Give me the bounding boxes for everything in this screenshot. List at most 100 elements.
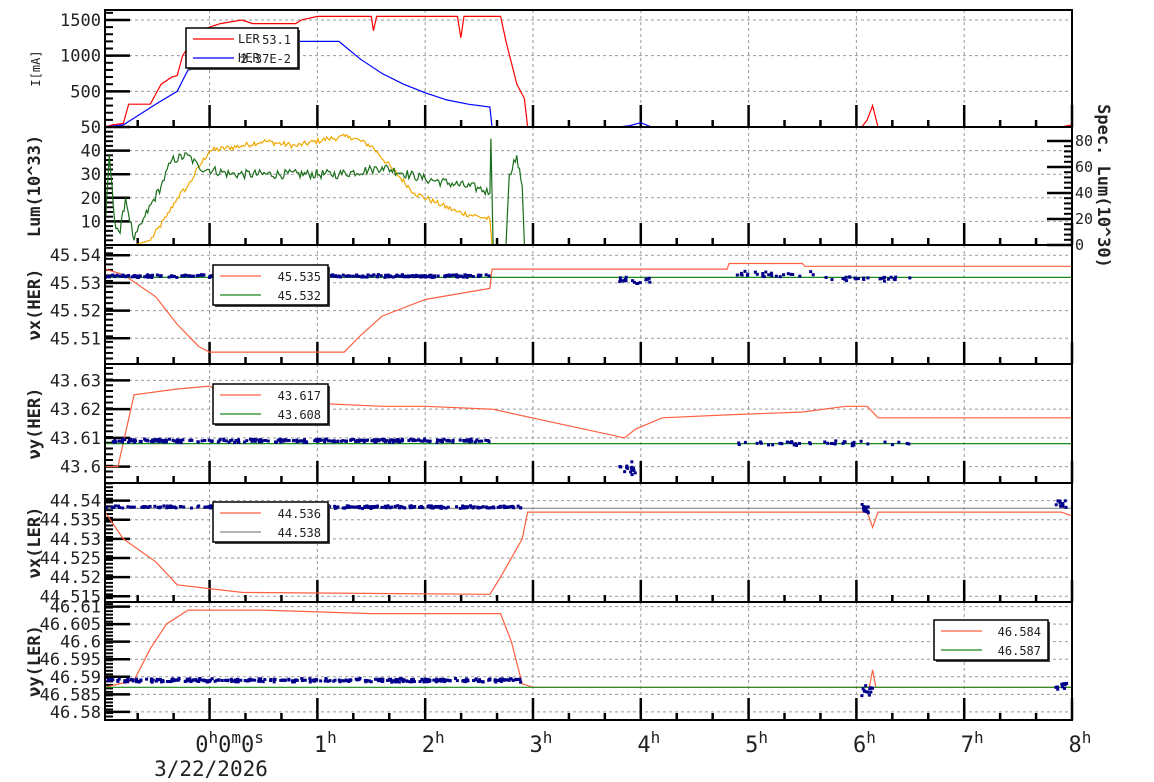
data-point: [852, 443, 856, 447]
data-point: [188, 439, 192, 443]
data-point: [172, 679, 176, 683]
data-point: [480, 439, 484, 443]
data-point: [379, 274, 383, 278]
data-point: [179, 441, 183, 445]
data-point: [281, 678, 285, 682]
data-point: [230, 679, 234, 683]
data-point: [383, 504, 387, 508]
data-point: [377, 439, 381, 443]
data-point: [159, 439, 163, 443]
data-point: [759, 440, 763, 444]
data-point: [155, 273, 159, 277]
data-point: [1064, 505, 1068, 509]
data-point: [189, 274, 193, 278]
data-point: [769, 271, 773, 275]
data-point: [354, 677, 358, 681]
data-point: [208, 678, 212, 682]
data-point: [434, 680, 438, 684]
data-point: [139, 439, 143, 443]
data-point: [210, 439, 214, 443]
data-point: [314, 438, 318, 442]
data-point: [347, 274, 351, 278]
data-point: [1057, 499, 1061, 503]
data-point: [308, 677, 312, 681]
data-point: [184, 273, 188, 277]
data-point: [341, 506, 345, 510]
data-point: [473, 440, 477, 444]
data-point: [446, 439, 450, 443]
data-point: [862, 689, 866, 693]
data-point: [633, 471, 637, 475]
panel-nuy_ler: 46.6146.60546.646.59546.5946.58546.58νy(…: [25, 598, 1074, 723]
data-point: [261, 439, 265, 443]
data-point: [225, 679, 229, 683]
y-tick-label: 45.52: [50, 302, 101, 322]
data-point: [248, 437, 252, 441]
data-point: [349, 678, 353, 682]
data-point: [174, 506, 178, 510]
data-point: [737, 441, 741, 445]
data-point: [158, 274, 162, 278]
data-point: [128, 439, 132, 443]
data-point: [175, 440, 179, 444]
data-point: [351, 274, 355, 278]
data-point: [824, 275, 828, 279]
data-point: [425, 439, 429, 443]
data-point: [341, 439, 345, 443]
data-point: [883, 440, 887, 444]
data-point: [788, 441, 792, 445]
data-point: [422, 439, 426, 443]
data-point: [753, 270, 757, 274]
y-tick-label: 44.525: [40, 549, 101, 569]
y-tick-label: 30: [81, 165, 101, 185]
data-point: [342, 679, 346, 683]
data-point: [106, 679, 110, 683]
data-point: [269, 679, 273, 683]
data-point: [213, 679, 217, 683]
data-point: [203, 505, 207, 509]
data-point: [845, 279, 849, 283]
data-point: [472, 679, 476, 683]
data-point: [492, 506, 496, 510]
data-point: [785, 440, 789, 444]
data-point: [217, 678, 221, 682]
data-point: [351, 505, 355, 509]
data-point: [107, 275, 111, 279]
right-tick-label: 80: [1075, 132, 1093, 150]
data-point: [423, 274, 427, 278]
data-point: [355, 505, 359, 509]
y-tick-label: 1000: [60, 47, 101, 67]
data-point: [432, 506, 436, 510]
y-tick-label: 43.63: [50, 371, 101, 391]
data-point: [767, 273, 771, 277]
data-point: [465, 505, 469, 509]
data-point: [129, 505, 133, 509]
data-point: [364, 680, 368, 684]
y-tick-label: 44.54: [50, 492, 101, 512]
data-point: [413, 505, 417, 509]
data-point: [385, 439, 389, 443]
data-point: [830, 278, 834, 282]
data-point: [488, 506, 492, 510]
data-point: [848, 275, 852, 279]
data-point: [328, 439, 332, 443]
data-point: [363, 275, 367, 279]
data-point: [868, 687, 872, 691]
data-point: [623, 470, 627, 474]
data-point: [830, 441, 834, 445]
data-point: [167, 437, 171, 441]
data-point: [471, 506, 475, 510]
data-point: [786, 272, 790, 276]
series-group: [105, 609, 1072, 698]
y-tick-label: 50: [81, 118, 101, 138]
data-point: [393, 679, 397, 683]
legend-value: 43.617: [278, 389, 321, 403]
data-point: [476, 275, 480, 279]
legend-value: 2.37E-2: [240, 52, 291, 66]
data-point: [860, 694, 864, 698]
data-point: [153, 504, 157, 508]
data-point: [365, 439, 369, 443]
data-point: [477, 439, 481, 443]
data-point: [235, 439, 239, 443]
legend-value: 45.532: [278, 289, 321, 303]
